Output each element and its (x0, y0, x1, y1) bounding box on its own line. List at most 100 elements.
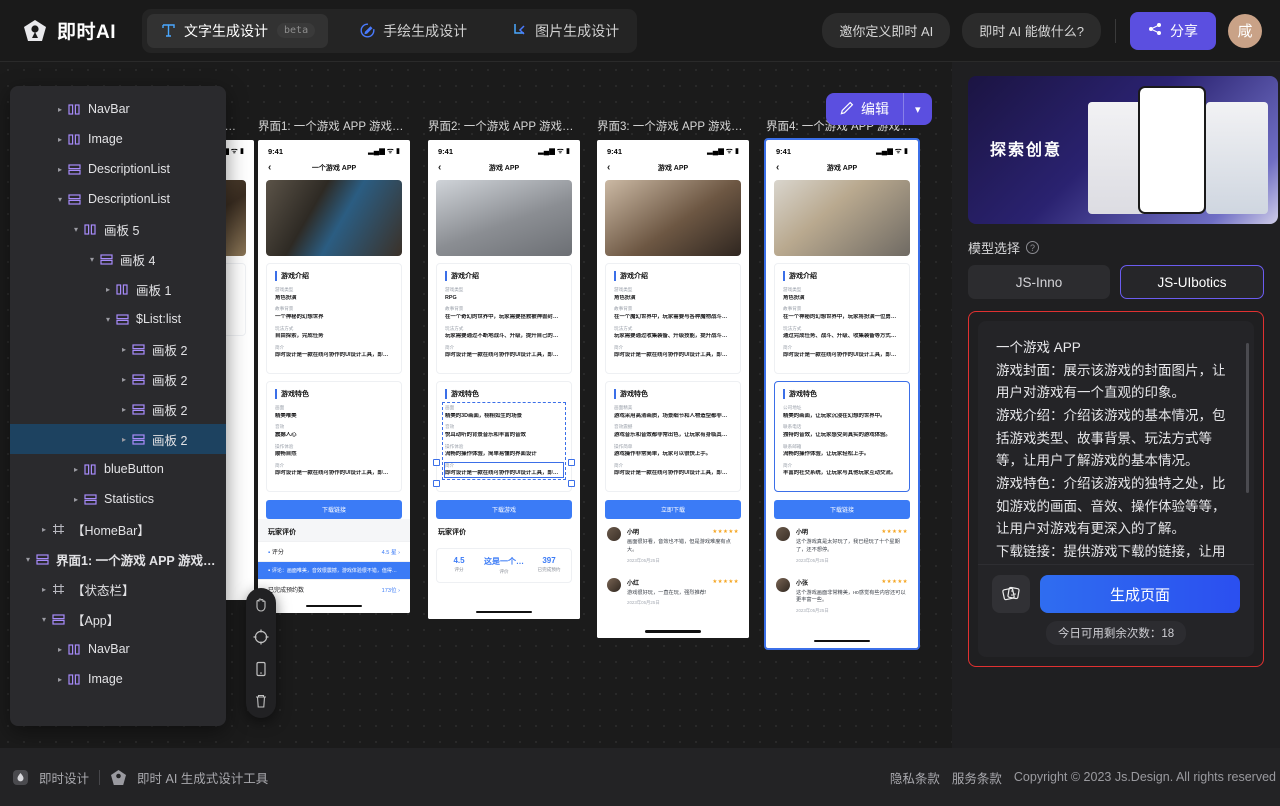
resize-handle-br[interactable] (568, 480, 575, 487)
chevron-right-icon[interactable]: ▸ (38, 525, 50, 534)
trash-icon[interactable] (251, 691, 271, 711)
tree-node-selected[interactable]: ▸ 画板 2 (10, 424, 226, 454)
tree-node[interactable]: ▸ 【HomeBar】 (10, 514, 226, 544)
selected-group-2[interactable]: 画面 精美的3D画面，栩栩如生的场景 音效 悦耳动听的背景音乐和丰富的音效 操作体验… (442, 402, 566, 480)
review-row[interactable]: 已完成预约数 173位 › (258, 579, 410, 599)
download-button-1[interactable]: 下载链接 (266, 500, 402, 519)
brand[interactable]: 即时AI (22, 17, 116, 44)
footer-divider (99, 769, 101, 785)
tree-node[interactable]: ▸ 【状态栏】 (10, 574, 226, 604)
download-button-3[interactable]: 立即下载 (605, 500, 741, 519)
phone-mock-2[interactable]: 9:41 ▂▄▆ ᯤ ▮ ‹ 游戏 APP 游戏介绍 游戏类型 RPG 故事背景在… (428, 140, 580, 619)
chevron-right-icon[interactable]: ▸ (54, 165, 66, 174)
tab-text-to-design[interactable]: 文字生成设计 beta (147, 13, 329, 48)
tree-node[interactable]: ▾ 画板 5 (10, 214, 226, 244)
phone-mock-4[interactable]: 9:41 ▂▄▆ ᯤ ▮ ‹ 游戏 APP 游戏介绍 游戏类型 角色扮演 故事背景… (764, 137, 920, 651)
chevron-down-icon[interactable]: ▾ (903, 93, 932, 125)
chevron-down-icon[interactable]: ▾ (22, 555, 34, 564)
rating-stars: ★★★★★ (881, 528, 908, 535)
tab-image-to-design[interactable]: 图片生成设计 (498, 14, 632, 48)
phone-icon[interactable] (251, 659, 271, 679)
resize-handle-tr[interactable] (568, 459, 575, 466)
chevron-right-icon[interactable]: ▸ (54, 645, 66, 654)
tree-node[interactable]: ▾ 【App】 (10, 604, 226, 634)
canvas-toolbar[interactable] (246, 588, 276, 718)
field-value: RPG (445, 294, 457, 301)
tree-node[interactable]: ▸ NavBar (10, 634, 226, 664)
tree-node[interactable]: ▾ 界面1: 一个游戏 APP 游戏封... (10, 544, 226, 574)
board-4[interactable]: 界面4: 一个游戏 APP 游戏封... 9:41 ▂▄▆ ᯤ ▮ ‹ 游戏 A… (764, 118, 920, 651)
tree-node[interactable]: ▸ 画板 2 (10, 394, 226, 424)
chevron-right-icon[interactable]: ▸ (70, 495, 82, 504)
privacy-link[interactable]: 隐私条款 (890, 768, 940, 787)
row-value: 4.5 星 (381, 549, 397, 556)
phone-mock-1[interactable]: 9:41 ▂▄▆ ᯤ ▮ ‹ 一个游戏 APP 游戏介绍 游戏类型 角色扮演 故事… (258, 140, 410, 613)
tree-node-label: 画板 2 (152, 433, 188, 448)
tab-text-to-design-label: 文字生成设计 (184, 22, 269, 39)
chevron-right-icon[interactable]: ▸ (118, 405, 130, 414)
feature-section-3: 游戏特色 画面精美 游戏采用高清画质，场景细节和人物造型都非常… 音效震撼 游戏音乐… (605, 381, 741, 492)
tree-node[interactable]: ▸ 画板 1 (10, 274, 226, 304)
avatar[interactable]: 咸 (1228, 13, 1262, 48)
share-button[interactable]: 分享 (1130, 11, 1216, 50)
chevron-right-icon[interactable]: ▸ (54, 675, 66, 684)
tree-node[interactable]: ▸ blueButton (10, 454, 226, 484)
edit-button[interactable]: 编辑 ▾ (826, 93, 932, 125)
board-2[interactable]: 界面2: 一个游戏 APP 游戏封... 9:41 ▂▄▆ ᯤ ▮ ‹ 游戏 A… (428, 118, 580, 619)
what-can-ai-do-button[interactable]: 即时 AI 能做什么? (962, 13, 1101, 48)
chevron-right-icon[interactable]: ▸ (54, 105, 66, 114)
generate-page-button[interactable]: 生成页面 (1040, 575, 1240, 613)
chevron-right-icon[interactable]: ▸ (54, 135, 66, 144)
tree-node[interactable]: ▾ DescriptionList (10, 184, 226, 214)
board-icon (50, 523, 66, 535)
hero-image-2 (436, 180, 572, 256)
rating-stars: ★★★★★ (712, 528, 739, 535)
review-row[interactable]: ▪ 评分 4.5 星 › (258, 541, 410, 561)
download-button-2[interactable]: 下载游戏 (436, 500, 572, 519)
terms-link[interactable]: 服务条款 (952, 768, 1002, 787)
tree-node[interactable]: ▸ NavBar (10, 94, 226, 124)
prompt-scrollbar[interactable] (1246, 343, 1249, 493)
chevron-right-icon[interactable]: ▸ (102, 285, 114, 294)
chevron-right-icon[interactable]: ▸ (38, 585, 50, 594)
tab-sketch-to-design[interactable]: 手绘生成设计 (346, 14, 480, 48)
chevron-right-icon[interactable]: ▸ (70, 465, 82, 474)
board-3[interactable]: 界面3: 一个游戏 APP 游戏封... 9:41 ▂▄▆ ᯤ ▮ ‹ 游戏 A… (597, 118, 749, 639)
prompt-textarea[interactable]: 一个游戏 APP 游戏封面：展示该游戏的封面图片，让用户对游戏有一个直观的印象。… (978, 321, 1254, 564)
dice-icon[interactable] (992, 575, 1030, 613)
field-value: 即时设计是一款在线可协作的UI设计工具，即时… (445, 470, 563, 477)
resize-handle-bl[interactable] (433, 480, 440, 487)
status-bar-1: 9:41 ▂▄▆ ᯤ ▮ (258, 140, 410, 158)
model-button-js-inno[interactable]: JS-Inno (968, 265, 1110, 299)
tree-node[interactable]: ▸ 画板 2 (10, 334, 226, 364)
footer-brand[interactable]: 即时设计 (39, 768, 89, 787)
tree-node[interactable]: ▾ 画板 4 (10, 244, 226, 274)
stat-caption: 评分 (454, 567, 464, 572)
chevron-down-icon[interactable]: ▾ (54, 195, 66, 204)
tree-node[interactable]: ▸ Statistics (10, 484, 226, 514)
tree-node[interactable]: ▾ $List:list (10, 304, 226, 334)
feature-section-4-selected[interactable]: 游戏特色 公司地址 精美的画面，让玩家沉浸在幻想的世界中。 联系电话 独特的音效，让… (774, 381, 910, 492)
chevron-right-icon[interactable]: ▸ (118, 435, 130, 444)
chevron-down-icon[interactable]: ▾ (102, 315, 114, 324)
tree-node[interactable]: ▸ DescriptionList (10, 154, 226, 184)
chevron-down-icon[interactable]: ▾ (38, 615, 50, 624)
resize-handle-tl[interactable] (433, 459, 440, 466)
chevron-down-icon[interactable]: ▾ (70, 225, 82, 234)
tree-node[interactable]: ▸ Image (10, 124, 226, 154)
question-icon[interactable]: ? (1026, 241, 1040, 254)
layer-tree-panel[interactable]: ▸ NavBar ▸ Image ▸ DescriptionList ▾ Descrip… (10, 86, 226, 726)
phone-mock-3[interactable]: 9:41 ▂▄▆ ᯤ ▮ ‹ 游戏 APP 游戏介绍 游戏类型 角色扮演 故事背景… (597, 140, 749, 639)
review-row-highlighted[interactable]: ▪ 评论：画面唯美，音效很震撼，游戏体验很不错，值得… (258, 561, 410, 579)
tree-node[interactable]: ▸ 画板 2 (10, 364, 226, 394)
model-button-js-uibotics[interactable]: JS-UIbotics (1120, 265, 1264, 299)
target-icon[interactable] (251, 627, 271, 647)
hand-icon[interactable] (251, 595, 271, 615)
download-button-4[interactable]: 下载链接 (774, 500, 910, 519)
invite-define-button[interactable]: 邀你定义即时 AI (822, 13, 951, 48)
board-1[interactable]: 界面1: 一个游戏 APP 游戏封... 9:41 ▂▄▆ ᯤ ▮ ‹ 一个游戏… (258, 118, 410, 613)
chevron-right-icon[interactable]: ▸ (118, 345, 130, 354)
chevron-right-icon[interactable]: ▸ (118, 375, 130, 384)
chevron-down-icon[interactable]: ▾ (86, 255, 98, 264)
tree-node[interactable]: ▸ Image (10, 664, 226, 694)
